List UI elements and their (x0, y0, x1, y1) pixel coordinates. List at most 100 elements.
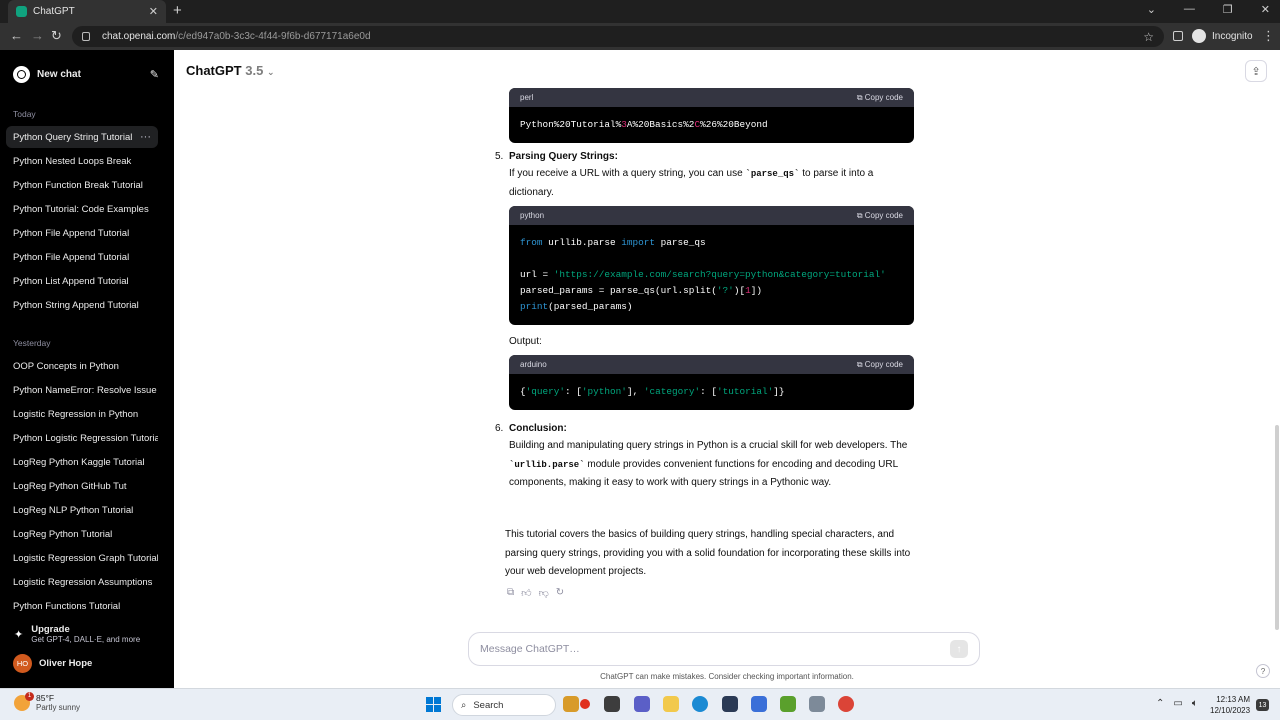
copy-icon[interactable]: ⧉ (507, 587, 514, 599)
taskbar-search[interactable]: ⌕ Search (452, 694, 556, 716)
code-block-perl: perl ⧉ Copy code Python%20Tutorial%3A%20… (509, 88, 914, 143)
minimize-icon[interactable]: — (1184, 3, 1195, 16)
history-item[interactable]: Python File Append Tutorial (6, 246, 158, 268)
copy-code-button[interactable]: ⧉ Copy code (857, 93, 903, 103)
upgrade-button[interactable]: ✦ Upgrade Get GPT-4, DALL·E, and more (6, 620, 166, 648)
upgrade-title: Upgrade (31, 624, 70, 635)
copy-code-button[interactable]: ⧉ Copy code (857, 211, 903, 221)
chat-app-icon[interactable] (634, 696, 650, 712)
code-block-python: python ⧉ Copy code from urllib.parse imp… (509, 206, 914, 325)
user-menu[interactable]: HO Oliver Hope (6, 651, 166, 675)
task-view-icon[interactable] (604, 696, 620, 712)
history-item[interactable]: Logistic Regression in Python (6, 403, 158, 425)
compose-icon[interactable]: ✎ (150, 68, 159, 81)
back-icon[interactable]: ← (10, 28, 23, 43)
taskbar: 1 85°F Partly sunny ⌕ Search ⌃ ▭ 🔈︎ 12:1… (0, 688, 1280, 720)
mail-icon[interactable] (751, 696, 767, 712)
history-item[interactable]: Python Logistic Regression Tutorial (6, 427, 158, 449)
store-icon[interactable] (722, 696, 738, 712)
regenerate-icon[interactable]: ↻ (556, 587, 564, 599)
history-item[interactable]: Python Nested Loops Break (6, 150, 158, 172)
disclaimer: ChatGPT can make mistakes. Consider chec… (600, 672, 854, 681)
code-language: arduino (520, 360, 547, 369)
bookmark-star-icon[interactable]: ☆ (1143, 30, 1154, 44)
history-item[interactable]: OOP Concepts in Python (6, 355, 158, 377)
copy-code-button[interactable]: ⧉ Copy code (857, 360, 903, 370)
history-item[interactable]: LogReg NLP Python Tutorial (6, 499, 158, 521)
notification-badge[interactable]: 13 (1256, 699, 1269, 711)
forward-icon[interactable]: → (31, 28, 44, 43)
incognito-icon (1192, 29, 1206, 43)
close-window-icon[interactable]: ✕ (1261, 3, 1270, 16)
chevron-up-icon[interactable]: ⌃ (1156, 698, 1164, 709)
system-tray: ⌃ ▭ 🔈︎ (1156, 698, 1198, 709)
app-icon[interactable] (809, 696, 825, 712)
model-selector[interactable]: ChatGPT 3.5 ⌄ (186, 63, 275, 78)
volume-icon[interactable]: 🔈︎ (1192, 698, 1198, 709)
list-number: 5. (495, 151, 504, 162)
sparkle-icon: ✦ (14, 628, 24, 641)
file-explorer-icon[interactable] (663, 696, 679, 712)
site-info-icon[interactable] (82, 32, 90, 41)
clock[interactable]: 12:13 AM 12/10/2023 (1210, 694, 1250, 716)
new-chat-button[interactable]: New chat ✎ (6, 61, 166, 87)
address-bar[interactable]: chat.openai.com/c/ed947a0b-3c3c-4f44-9f6… (72, 26, 1164, 47)
url-path: /c/ed947a0b-3c3c-4f44-9f6b-d677171a6e0d (175, 31, 371, 42)
question-icon: ? (1260, 666, 1266, 676)
history-item[interactable]: Python NameError: Resolve Issue (6, 379, 158, 401)
send-button[interactable]: ↑ (950, 640, 968, 658)
history-item[interactable]: Logistic Regression Graph Tutorial (6, 547, 158, 569)
summary-paragraph: This tutorial covers the basics of build… (505, 529, 911, 577)
edge-icon[interactable] (692, 696, 708, 712)
history-item[interactable]: LogReg Python Kaggle Tutorial (6, 451, 158, 473)
history-item[interactable]: Logistic Regression Assumptions (6, 571, 158, 593)
message-actions: ⧉ 👍︎ 👎︎ ↻ (507, 587, 564, 599)
clock-date: 12/10/2023 (1210, 706, 1251, 715)
new-tab-icon[interactable]: + (173, 2, 182, 19)
close-tab-icon[interactable]: ✕ (149, 5, 158, 18)
network-icon[interactable]: ▭ (1173, 698, 1182, 709)
recording-icon[interactable] (580, 699, 590, 709)
history-item[interactable]: LogReg Python GitHub Tut (6, 475, 158, 497)
history-item[interactable]: Python File Append Tutorial (6, 222, 158, 244)
openai-logo-icon (13, 65, 30, 83)
history-item[interactable]: Python Functions Tutorial (6, 595, 158, 617)
paragraph: Building and manipulating query strings … (509, 440, 908, 488)
widgets-app-icon[interactable] (563, 696, 579, 712)
paragraph: If you receive a URL with a query string… (509, 168, 874, 198)
incognito-label: Incognito (1212, 30, 1253, 42)
weather-widget[interactable]: 1 85°F Partly sunny (14, 691, 81, 712)
thumbs-up-icon[interactable]: 👍︎ (521, 587, 531, 599)
history-item[interactable]: Python List Append Tutorial (6, 270, 158, 292)
message-input[interactable] (480, 643, 950, 655)
history-item[interactable]: Python Tutorial: Code Examples (6, 198, 158, 220)
incognito-indicator[interactable]: Incognito (1192, 29, 1253, 43)
section-heading: Parsing Query Strings: (509, 151, 618, 162)
restore-icon[interactable]: ❐ (1223, 3, 1233, 16)
more-options-icon[interactable]: ··· (140, 131, 151, 143)
history-item[interactable]: Python Query String Tutorial ··· (6, 126, 158, 148)
list-number: 6. (495, 423, 504, 434)
scrollbar[interactable] (1275, 425, 1279, 630)
browser-menu-icon[interactable]: ⋮ (1262, 28, 1275, 44)
share-button[interactable]: ⇪ (1245, 60, 1267, 82)
weather-condition: Partly sunny (36, 703, 81, 712)
chrome-icon[interactable] (838, 696, 854, 712)
history-item[interactable]: Python String Append Tutorial (6, 294, 158, 316)
browser-tab[interactable]: ChatGPT ✕ (8, 0, 166, 23)
app-icon[interactable] (780, 696, 796, 712)
group-label-yesterday: Yesterday (13, 338, 51, 348)
avatar: HO (13, 653, 32, 673)
weather-sun-icon: 1 (14, 691, 34, 711)
start-button[interactable] (426, 697, 441, 712)
reload-icon[interactable]: ↻ (51, 28, 62, 44)
thumbs-down-icon[interactable]: 👎︎ (539, 587, 549, 599)
history-item[interactable]: LogReg Python Tutorial (6, 523, 158, 545)
tab-search-icon[interactable]: ⌄ (1147, 3, 1156, 16)
model-name: ChatGPT (186, 63, 242, 78)
side-panel-icon[interactable] (1173, 31, 1183, 41)
history-item[interactable]: Python Function Break Tutorial (6, 174, 158, 196)
chevron-down-icon: ⌄ (266, 67, 275, 77)
weather-temp: 85°F (36, 693, 55, 703)
help-button[interactable]: ? (1256, 664, 1270, 678)
